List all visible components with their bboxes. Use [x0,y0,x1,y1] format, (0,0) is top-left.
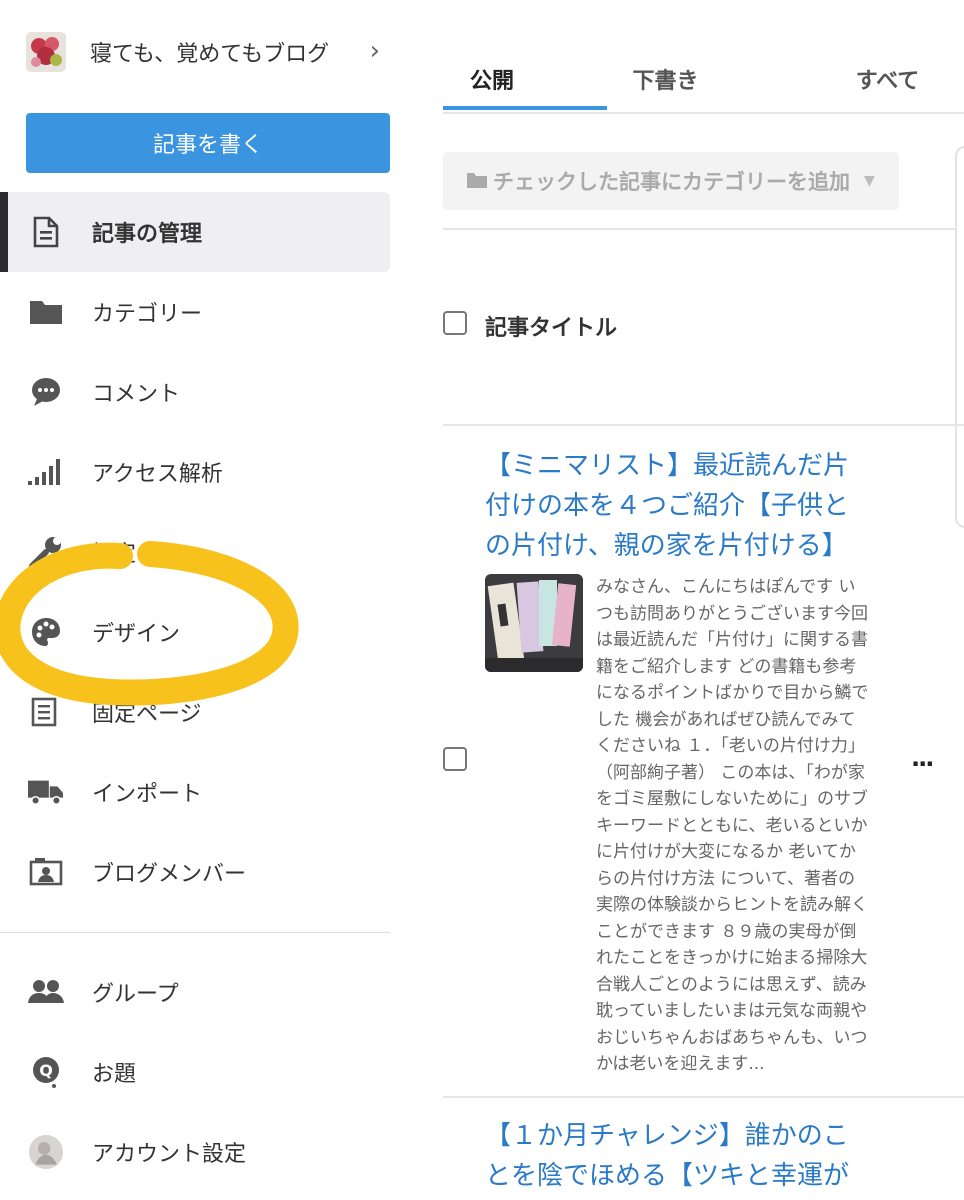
signal-bars-icon [28,454,64,490]
post-excerpt: みなさん、こんにちはぽんです いつも訪問ありがとうございます今回は最近読んだ「片… [596,577,869,1074]
sidebar-item-label: デザイン [92,622,181,647]
sidebar-item-label: 記事の管理 [92,222,203,247]
post-title-link[interactable]: 【１か月チャレンジ】誰かのことを陰でほめる【ツキと幸運が [485,1116,865,1196]
sidebar: 寝ても、覚めてもブログ › 記事を書く 記事の管理 カテゴリー コメント アクセ… [0,0,392,1200]
sidebar-item-comment[interactable]: コメント [0,352,390,432]
user-avatar [28,1134,64,1170]
side-panel-edge [955,146,964,528]
folder-icon [467,169,487,193]
pages-icon [28,694,64,730]
svg-text:Q: Q [39,1061,53,1080]
sidebar-item-label: アクセス解析 [92,462,223,487]
sidebar-item-pages[interactable]: 固定ページ [0,672,390,752]
post-title-link[interactable]: 【ミニマリスト】最近読んだ片付けの本を４つご紹介【子供との片付け、親の家を片付け… [485,446,865,566]
sidebar-item-group[interactable]: グループ [0,952,390,1032]
separator [443,1096,964,1098]
post-thumbnail [485,574,583,672]
palette-icon [28,614,64,650]
truck-icon [28,774,64,810]
column-title-header: 記事タイトル [485,316,618,341]
write-post-button[interactable]: 記事を書く [26,113,390,173]
sidebar-item-label: 設定 [92,542,137,567]
member-card-icon [28,854,64,890]
sidebar-item-account[interactable]: アカウント設定 [0,1112,390,1192]
blog-switcher[interactable]: 寝ても、覚めてもブログ › [26,32,382,72]
document-icon [28,214,64,250]
select-all-checkbox[interactable] [443,311,467,335]
sidebar-item-label: お題 [92,1062,137,1087]
sidebar-item-category[interactable]: カテゴリー [0,272,390,352]
active-tab-indicator [443,106,607,110]
tab-public[interactable]: 公開 [443,46,541,112]
group-icon [28,974,64,1010]
blog-title: 寝ても、覚めてもブログ [90,42,330,67]
sidebar-item-access[interactable]: アクセス解析 [0,432,390,512]
sidebar-item-label: コメント [92,382,181,407]
tab-draft[interactable]: 下書き [613,46,718,112]
separator [443,424,964,426]
caret-down-icon: ▼ [864,173,875,189]
add-category-dropdown[interactable]: チェックした記事にカテゴリーを追加 ▼ [443,152,899,210]
main-content: 公開 下書き すべて チェックした記事にカテゴリーを追加 ▼ 記事タイトル 【ミ… [443,0,964,1200]
wrench-icon [28,534,64,570]
sidebar-item-label: グループ [92,982,179,1007]
tab-all[interactable]: すべて [835,46,940,112]
sidebar-item-import[interactable]: インポート [0,752,390,832]
sidebar-item-design[interactable]: デザイン [0,592,390,672]
blog-avatar [26,32,66,72]
comment-icon [28,374,64,410]
separator [443,228,955,230]
sidebar-item-settings[interactable]: 設定 [0,512,390,592]
chevron-right-icon: › [369,36,380,66]
add-category-label: チェックした記事にカテゴリーを追加 [493,170,850,194]
sidebar-item-members[interactable]: ブログメンバー [0,832,390,912]
sidebar-item-theme[interactable]: Q お題 [0,1032,390,1112]
sidebar-divider [0,932,390,933]
folder-icon [28,294,64,330]
sidebar-item-label: カテゴリー [92,302,203,327]
sidebar-item-label: 固定ページ [92,702,202,727]
sidebar-item-label: インポート [92,782,203,807]
q-bubble-icon: Q [28,1054,64,1090]
more-options-button[interactable]: ... [911,744,934,772]
post-tabs: 公開 下書き すべて [443,46,964,114]
sidebar-item-manage[interactable]: 記事の管理 [0,192,390,272]
sidebar-item-label: ブログメンバー [92,862,247,887]
post-checkbox[interactable] [443,747,467,771]
sidebar-item-label: アカウント設定 [92,1142,247,1167]
